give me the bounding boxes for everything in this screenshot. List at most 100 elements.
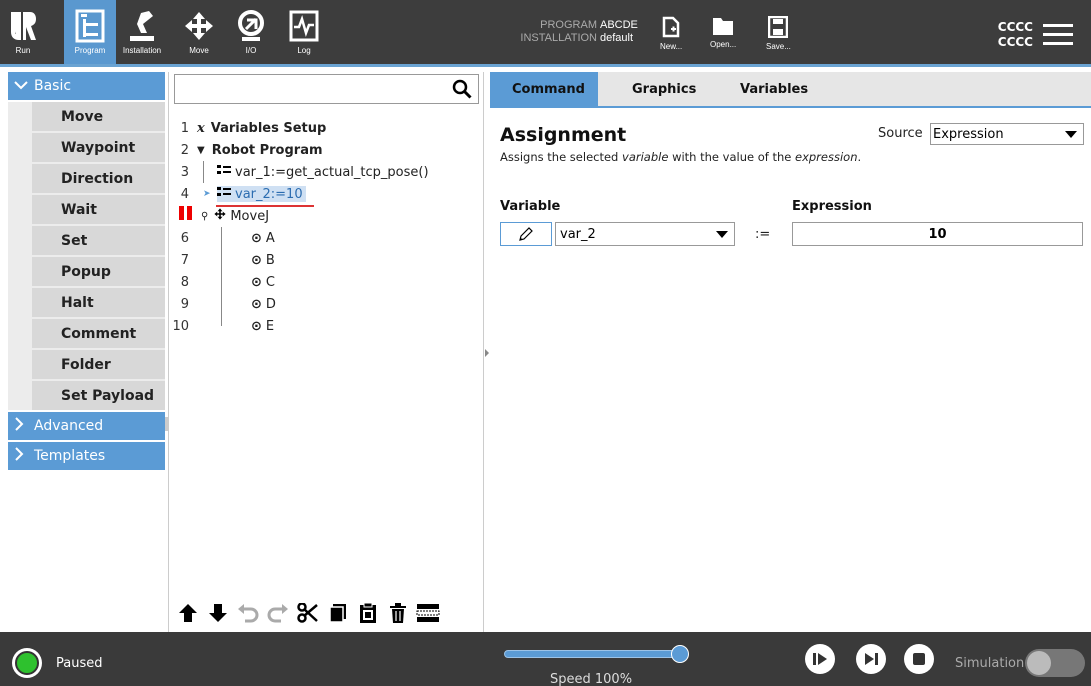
sidebar-item-set-payload[interactable]: Set Payload: [32, 381, 165, 410]
sidebar-item-set[interactable]: Set: [32, 226, 165, 255]
tree-node-waypoint-d[interactable]: 9 ⊙ D: [169, 293, 276, 315]
sidebar-item-wait[interactable]: Wait: [32, 195, 165, 224]
variables-icon: x: [197, 120, 205, 136]
speed-slider-handle[interactable]: [671, 645, 689, 663]
pencil-icon: [519, 227, 533, 241]
assignment-icon: [217, 164, 231, 180]
tree-node-variables-setup[interactable]: 1 x Variables Setup: [169, 117, 327, 139]
triangle-down-icon[interactable]: ▼: [197, 145, 205, 156]
search-icon[interactable]: [452, 79, 472, 103]
sidebar-item-comment[interactable]: Comment: [32, 319, 165, 348]
chevron-right-icon: [14, 447, 28, 465]
nav-log[interactable]: Log: [283, 6, 325, 62]
tree-search-input[interactable]: [174, 74, 479, 104]
sidebar-item-label: Folder: [61, 356, 111, 373]
sidebar-item-move[interactable]: Move: [32, 102, 165, 131]
play-button[interactable]: [805, 644, 835, 674]
tree-node-waypoint-b[interactable]: 7 ⊙ B: [169, 249, 275, 271]
page-title: Assignment: [500, 124, 627, 146]
arrow-up-icon: [179, 604, 197, 622]
suppress-icon: [416, 604, 440, 622]
line-number: 8: [180, 274, 189, 290]
tree-node-assignment-2[interactable]: 4 ➤ var_2:=10: [169, 183, 306, 205]
sidebar-item-label: Halt: [61, 294, 94, 311]
tree-connector: [221, 293, 251, 315]
status-text: Paused: [56, 656, 103, 671]
line-number: 3: [180, 164, 189, 180]
tree-node-waypoint-a[interactable]: 6 ⊙ A: [169, 227, 275, 249]
nav-installation[interactable]: Installation: [116, 6, 168, 62]
tree-node-waypoint-e[interactable]: 10 ⊙ E: [169, 315, 274, 337]
step-button[interactable]: [856, 644, 886, 674]
tree-node-robot-program[interactable]: 2 ▼ Robot Program: [169, 139, 323, 161]
nav-run[interactable]: Run: [2, 6, 44, 62]
toggle-knob: [1027, 651, 1051, 675]
edit-variable-button[interactable]: [500, 222, 552, 246]
tree-node-assignment-1[interactable]: 3 var_1:=get_actual_tcp_pose(): [169, 161, 429, 183]
open-label: Open...: [710, 40, 737, 49]
open-button[interactable]: Open...: [710, 16, 736, 49]
copy-button[interactable]: [323, 598, 353, 628]
waypoint-icon: ⊙: [251, 252, 262, 268]
tab-graphics[interactable]: Graphics: [610, 72, 710, 106]
robot-status-indicator[interactable]: [12, 648, 42, 678]
sidebar-item-direction[interactable]: Direction: [32, 164, 165, 193]
sidebar-section-advanced[interactable]: Advanced: [8, 412, 165, 440]
cut-button[interactable]: [293, 598, 323, 628]
waypoint-icon: ⊙: [251, 318, 262, 334]
save-button[interactable]: Save...: [766, 16, 791, 51]
scissors-icon: [297, 603, 318, 623]
selected-node[interactable]: var_2:=10: [217, 186, 306, 202]
sidebar-item-label: Waypoint: [61, 139, 136, 156]
suppress-button[interactable]: [413, 598, 443, 628]
bottom-bar: Paused Speed 100% Simulation: [0, 632, 1091, 686]
tree-node-waypoint-c[interactable]: 8 ⊙ C: [169, 271, 275, 293]
arrow-down-icon: [209, 604, 227, 622]
tree-node-label: D: [265, 296, 276, 312]
simulation-toggle[interactable]: [1025, 649, 1085, 677]
sidebar-item-waypoint[interactable]: Waypoint: [32, 133, 165, 162]
nav-program[interactable]: Program: [64, 0, 116, 64]
sidebar-item-popup[interactable]: Popup: [32, 257, 165, 286]
desc-part: Assigns the selected: [500, 150, 623, 164]
speed-slider[interactable]: [504, 650, 682, 658]
move-down-button[interactable]: [203, 598, 233, 628]
move-up-button[interactable]: [173, 598, 203, 628]
paste-icon: [360, 602, 376, 623]
tab-command[interactable]: Command: [490, 72, 598, 106]
sidebar-section-templates[interactable]: Templates: [8, 442, 165, 470]
paste-button[interactable]: [353, 598, 383, 628]
basic-label: Basic: [34, 78, 72, 94]
nav-io[interactable]: I/O: [230, 6, 272, 62]
tree-connector: [221, 315, 251, 326]
source-dropdown[interactable]: Expression: [930, 123, 1084, 145]
stop-button[interactable]: [904, 644, 934, 674]
tree-connector: [203, 161, 217, 183]
nav-log-label: Log: [297, 46, 311, 55]
redo-icon: [267, 604, 288, 623]
program-info: PROGRAM ABCDE INSTALLATION default: [508, 19, 638, 45]
undo-button[interactable]: [233, 598, 263, 628]
tree-node-label: B: [265, 252, 275, 268]
tree-node-movej[interactable]: ⚲ MoveJ: [201, 205, 269, 227]
tab-label: Command: [512, 81, 585, 97]
templates-label: Templates: [34, 448, 106, 464]
status-light-icon: [15, 651, 39, 675]
hamburger-menu-icon[interactable]: [1043, 24, 1073, 45]
delete-button[interactable]: [383, 598, 413, 628]
new-button[interactable]: New...: [660, 16, 682, 51]
tree-node-label: E: [265, 318, 275, 334]
move-arrows-icon: [181, 6, 217, 46]
nav-move[interactable]: Move: [178, 6, 220, 62]
line-number: 6: [180, 230, 189, 246]
tab-variables[interactable]: Variables: [718, 72, 818, 106]
breakpoint-pause-icon[interactable]: [179, 206, 193, 220]
sidebar-section-basic[interactable]: Basic: [8, 72, 165, 100]
waypoint-icon: ⊙: [251, 296, 262, 312]
redo-button[interactable]: [263, 598, 293, 628]
sidebar-item-halt[interactable]: Halt: [32, 288, 165, 317]
expression-field[interactable]: 10: [792, 222, 1083, 246]
description-text: Assigns the selected variable with the v…: [500, 150, 861, 164]
sidebar-item-folder[interactable]: Folder: [32, 350, 165, 379]
variable-dropdown[interactable]: var_2: [555, 222, 735, 246]
